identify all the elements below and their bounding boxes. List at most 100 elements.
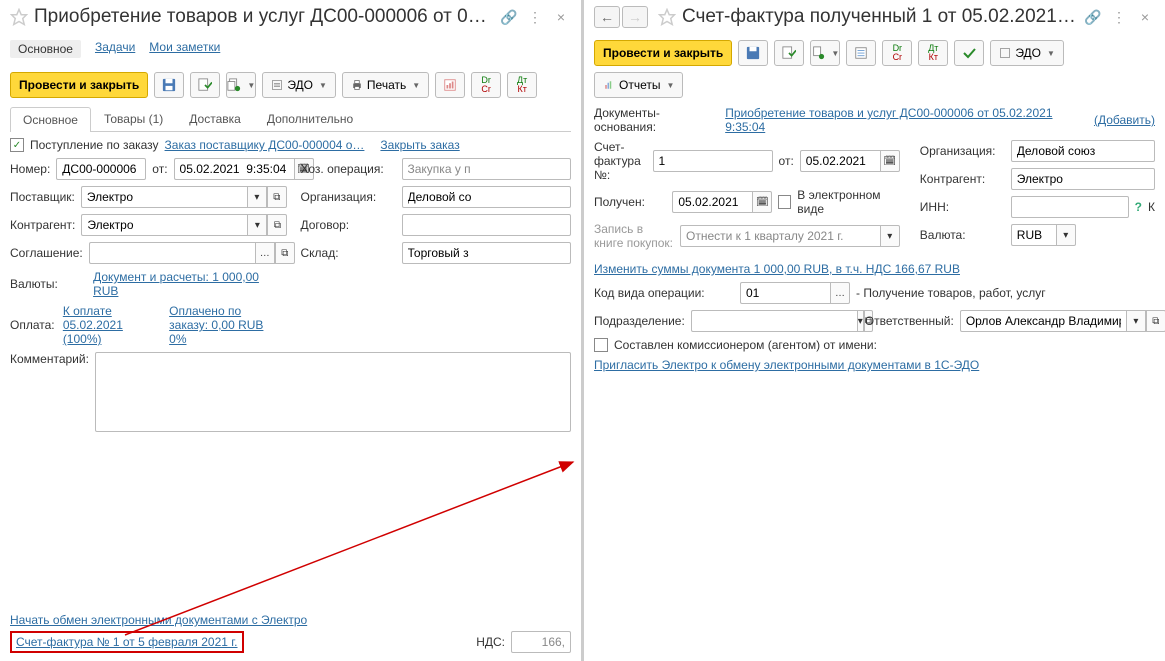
subtab-tasks[interactable]: Задачи bbox=[95, 40, 135, 58]
edo-button[interactable]: ЭДО▼ bbox=[990, 40, 1064, 66]
date-input[interactable] bbox=[174, 158, 294, 180]
number-input[interactable] bbox=[56, 158, 146, 180]
nav-forward-button[interactable]: → bbox=[622, 6, 648, 28]
sfno-input[interactable] bbox=[653, 150, 773, 172]
drkt-icon-button[interactable]: DrCr bbox=[882, 40, 912, 66]
responsible-input[interactable] bbox=[960, 310, 1126, 332]
edo-start-link[interactable]: Начать обмен электронными документами с … bbox=[10, 613, 307, 627]
invite-edo-link[interactable]: Пригласить Электро к обмену электронными… bbox=[594, 358, 979, 372]
agreement-input[interactable] bbox=[89, 242, 255, 264]
favorite-star-icon[interactable] bbox=[658, 8, 676, 26]
dropdown-icon[interactable]: ▾ bbox=[1126, 310, 1146, 332]
doctab-goods[interactable]: Товары (1) bbox=[91, 106, 176, 131]
dropdown-icon[interactable]: ▾ bbox=[247, 186, 267, 208]
contract-label: Договор: bbox=[301, 218, 396, 232]
commissioner-checkbox[interactable] bbox=[594, 338, 608, 352]
operation-input[interactable] bbox=[402, 158, 572, 180]
dtkt-icon-button[interactable]: ДтКт bbox=[507, 72, 537, 98]
org-input[interactable] bbox=[402, 186, 572, 208]
close-order-link[interactable]: Закрыть заказ bbox=[380, 138, 459, 152]
received-label: Получен: bbox=[594, 195, 666, 209]
open-icon[interactable]: ⧉ bbox=[1146, 310, 1165, 332]
more-icon[interactable]: ⋮ bbox=[1109, 7, 1129, 27]
calendar-icon[interactable]: 🗓 bbox=[880, 150, 900, 172]
warehouse-input[interactable] bbox=[402, 242, 572, 264]
help-icon[interactable]: ? bbox=[1135, 200, 1142, 214]
doctab-delivery[interactable]: Доставка bbox=[176, 106, 254, 131]
contragent-input[interactable] bbox=[81, 214, 247, 236]
payment-link2[interactable]: Оплачено по заказу: 0,00 RUB 0% bbox=[169, 304, 280, 346]
doctab-main[interactable]: Основное bbox=[10, 107, 91, 132]
doctab-additional[interactable]: Дополнительно bbox=[254, 106, 366, 131]
electronic-checkbox[interactable] bbox=[778, 195, 791, 209]
warehouse-label: Склад: bbox=[301, 246, 396, 260]
post-and-close-button[interactable]: Провести и закрыть bbox=[594, 40, 732, 66]
save-icon-button[interactable] bbox=[154, 72, 184, 98]
subtab-notes[interactable]: Мои заметки bbox=[149, 40, 220, 58]
contract-input[interactable] bbox=[402, 214, 572, 236]
nds-label: НДС: bbox=[476, 635, 505, 649]
print-button[interactable]: Печать▼ bbox=[342, 72, 429, 98]
copy-dropdown-button[interactable]: ▼ bbox=[810, 40, 840, 66]
ellipsis-icon[interactable]: … bbox=[830, 282, 850, 304]
close-icon[interactable]: × bbox=[1135, 7, 1155, 27]
post-and-close-button[interactable]: Провести и закрыть bbox=[10, 72, 148, 98]
sf-date-input[interactable] bbox=[800, 150, 880, 172]
link-icon[interactable]: 🔗 bbox=[1083, 7, 1103, 27]
commissioner-label: Составлен комиссионером (агентом) от име… bbox=[614, 338, 877, 352]
dtkt-icon-button[interactable]: ДтКт bbox=[918, 40, 948, 66]
currency-link[interactable]: Документ и расчеты: 1 000,00 RUB bbox=[93, 270, 280, 298]
dept-input[interactable] bbox=[691, 310, 857, 332]
inn-label: ИНН: bbox=[920, 200, 1005, 214]
reports-button[interactable]: Отчеты▼ bbox=[594, 72, 683, 98]
change-sums-link[interactable]: Изменить суммы документа 1 000,00 RUB, в… bbox=[594, 262, 960, 276]
payment-link1[interactable]: К оплате 05.02.2021 (100%) bbox=[63, 304, 153, 346]
inn-suffix: К bbox=[1148, 200, 1155, 214]
more-icon[interactable]: ⋮ bbox=[525, 7, 545, 27]
drkt-icon-button[interactable]: DrCr bbox=[471, 72, 501, 98]
open-icon[interactable]: ⧉ bbox=[275, 242, 295, 264]
nav-back-button[interactable]: ← bbox=[594, 6, 620, 28]
check-icon-button[interactable] bbox=[954, 40, 984, 66]
order-checkbox[interactable] bbox=[10, 138, 24, 152]
doc-lines-icon-button[interactable] bbox=[846, 40, 876, 66]
org-label: Организация: bbox=[301, 190, 396, 204]
ellipsis-icon[interactable]: … bbox=[255, 242, 275, 264]
supplier-input[interactable] bbox=[81, 186, 247, 208]
copy-dropdown-button[interactable]: ▼ bbox=[226, 72, 256, 98]
from-label: от: bbox=[152, 162, 167, 176]
open-icon[interactable]: ⧉ bbox=[267, 186, 287, 208]
comment-textarea[interactable] bbox=[95, 352, 571, 432]
currency-label: Валюта: bbox=[920, 228, 1005, 242]
currency-input[interactable] bbox=[1011, 224, 1056, 246]
operation-label: Хоз. операция: bbox=[301, 162, 396, 176]
post-icon-button[interactable] bbox=[774, 40, 804, 66]
sf-link[interactable]: Счет-фактура № 1 от 5 февраля 2021 г. bbox=[16, 635, 238, 649]
save-icon-button[interactable] bbox=[738, 40, 768, 66]
basis-add-link[interactable]: (Добавить) bbox=[1094, 113, 1155, 127]
opcode-input[interactable] bbox=[740, 282, 830, 304]
close-icon[interactable]: × bbox=[551, 7, 571, 27]
opcode-desc: - Получение товаров, работ, услуг bbox=[856, 286, 1046, 300]
inn-input[interactable] bbox=[1011, 196, 1129, 218]
dropdown-icon[interactable]: ▾ bbox=[880, 225, 900, 247]
order-link[interactable]: Заказ поставщику ДС00-000004 о… bbox=[165, 138, 365, 152]
subtab-main[interactable]: Основное bbox=[10, 40, 81, 58]
dropdown-icon[interactable]: ▾ bbox=[1056, 224, 1076, 246]
favorite-star-icon[interactable] bbox=[10, 8, 28, 26]
edo-button[interactable]: ЭДО▼ bbox=[262, 72, 336, 98]
book-input[interactable] bbox=[680, 225, 880, 247]
org-input[interactable] bbox=[1011, 140, 1155, 162]
contragent-input[interactable] bbox=[1011, 168, 1155, 190]
calendar-icon[interactable]: 🗓 bbox=[752, 191, 772, 213]
received-date-input[interactable] bbox=[672, 191, 752, 213]
org-label: Организация: bbox=[920, 144, 1005, 158]
post-icon-button[interactable] bbox=[190, 72, 220, 98]
dropdown-icon[interactable]: ▾ bbox=[247, 214, 267, 236]
link-icon[interactable]: 🔗 bbox=[499, 7, 519, 27]
supplier-label: Поставщик: bbox=[10, 190, 75, 204]
basis-link[interactable]: Приобретение товаров и услуг ДС00-000006… bbox=[725, 106, 1088, 134]
open-icon[interactable]: ⧉ bbox=[267, 214, 287, 236]
dropdown-icon[interactable]: ▾ bbox=[857, 310, 864, 332]
reports-icon-button[interactable] bbox=[435, 72, 465, 98]
